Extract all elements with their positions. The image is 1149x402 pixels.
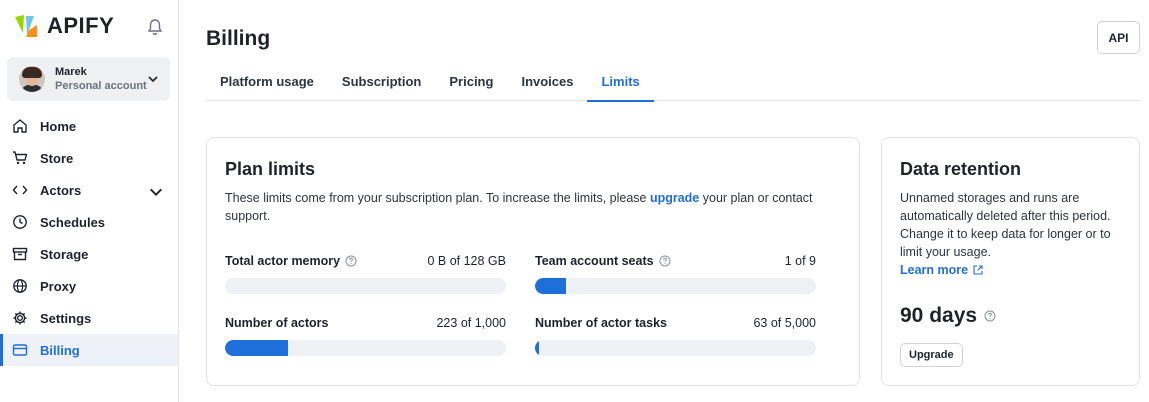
tab-limits[interactable]: Limits xyxy=(587,62,655,102)
external-link-icon xyxy=(973,265,983,275)
limit-label: Team account seats xyxy=(535,254,654,268)
cart-icon xyxy=(13,151,28,165)
sidebar-item-label: Store xyxy=(40,150,74,166)
limit-progress-bar xyxy=(225,278,506,294)
bell-icon[interactable] xyxy=(146,18,164,36)
retention-value: 90 days xyxy=(900,304,978,327)
limit-label: Total actor memory xyxy=(225,254,341,268)
limit-progress-fill xyxy=(535,278,566,294)
retention-period: 90 days xyxy=(900,304,996,328)
data-retention-description: Unnamed storages and runs are automatica… xyxy=(900,189,1125,279)
tab-platform-usage[interactable]: Platform usage xyxy=(206,62,328,101)
sidebar-item-label: Proxy xyxy=(40,278,77,294)
sidebar-nav: Home Store Actors Schedules Storage Prox… xyxy=(0,110,178,366)
limit-progress-bar xyxy=(225,340,506,356)
plan-limits-title: Plan limits xyxy=(225,159,316,179)
billing-tabs: Platform usage Subscription Pricing Invo… xyxy=(206,62,1140,102)
retention-desc-text: Unnamed storages and runs are automatica… xyxy=(900,191,1111,259)
sidebar-item-storage[interactable]: Storage xyxy=(0,238,178,270)
data-retention-card: Data retention Unnamed storages and runs… xyxy=(881,137,1140,386)
limit-value: 223 of 1,000 xyxy=(436,316,506,330)
apify-logo-icon xyxy=(15,15,37,37)
upgrade-button[interactable]: Upgrade xyxy=(900,343,963,367)
sidebar-item-label: Billing xyxy=(40,342,80,358)
plan-desc-text: These limits come from your subscription… xyxy=(225,191,650,205)
learn-more-label: Learn more xyxy=(900,263,969,277)
limit-value: 63 of 5,000 xyxy=(753,316,816,330)
limit-value: 1 of 9 xyxy=(784,254,816,268)
sidebar-item-proxy[interactable]: Proxy xyxy=(0,270,178,302)
limit-number-of-actors: Number of actors 223 of 1,000 xyxy=(225,315,506,356)
avatar xyxy=(19,66,45,92)
chevron-down-icon xyxy=(150,188,162,196)
code-icon xyxy=(12,185,28,195)
sidebar: APIFY Marek Personal account Home Store xyxy=(0,0,179,402)
globe-icon xyxy=(13,279,27,293)
clock-icon xyxy=(13,215,27,229)
limit-number-of-actor-tasks: Number of actor tasks 63 of 5,000 xyxy=(535,315,816,356)
sidebar-item-label: Home xyxy=(40,118,77,134)
sidebar-item-billing[interactable]: Billing xyxy=(0,334,178,366)
plan-limits-card: Plan limits These limits come from your … xyxy=(206,137,860,386)
account-name: Marek xyxy=(55,66,87,78)
tab-invoices[interactable]: Invoices xyxy=(507,62,587,101)
tab-subscription[interactable]: Subscription xyxy=(328,62,435,101)
sidebar-item-schedules[interactable]: Schedules xyxy=(0,206,178,238)
sidebar-item-settings[interactable]: Settings xyxy=(0,302,178,334)
apify-logo[interactable]: APIFY xyxy=(13,13,114,39)
upgrade-link[interactable]: upgrade xyxy=(650,191,699,205)
data-retention-title: Data retention xyxy=(900,159,1022,179)
limit-progress-fill xyxy=(225,340,288,356)
archive-icon xyxy=(12,247,28,261)
sidebar-item-label: Actors xyxy=(40,182,82,198)
account-type: Personal account xyxy=(55,80,147,92)
help-icon[interactable] xyxy=(659,255,671,267)
limit-label: Number of actors xyxy=(225,316,329,330)
gear-icon xyxy=(13,311,27,325)
help-icon[interactable] xyxy=(345,255,357,267)
sidebar-item-store[interactable]: Store xyxy=(0,142,178,174)
sidebar-item-home[interactable]: Home xyxy=(0,110,178,142)
limit-progress-fill xyxy=(535,340,539,356)
limit-team-account-seats: Team account seats 1 of 9 xyxy=(535,253,816,294)
sidebar-item-label: Storage xyxy=(40,246,89,262)
limit-progress-bar xyxy=(535,340,816,356)
api-button[interactable]: API xyxy=(1097,21,1140,54)
sidebar-item-actors[interactable]: Actors xyxy=(0,174,178,206)
limit-progress-bar xyxy=(535,278,816,294)
card-icon xyxy=(12,344,28,356)
sidebar-item-label: Settings xyxy=(40,310,92,326)
plan-limits-description: These limits come from your subscription… xyxy=(225,189,835,225)
brand-name: APIFY xyxy=(47,13,115,38)
help-icon[interactable] xyxy=(984,310,996,322)
limit-label: Number of actor tasks xyxy=(535,316,667,330)
chevron-down-icon xyxy=(148,76,158,83)
learn-more-link[interactable]: Learn more xyxy=(900,261,984,279)
limit-value: 0 B of 128 GB xyxy=(427,254,506,268)
sidebar-item-label: Schedules xyxy=(40,214,106,230)
account-switcher[interactable]: Marek Personal account xyxy=(7,57,170,101)
page-title: Billing xyxy=(206,27,271,50)
limit-total-actor-memory: Total actor memory 0 B of 128 GB xyxy=(225,253,506,294)
tab-pricing[interactable]: Pricing xyxy=(435,62,507,101)
home-icon xyxy=(13,119,27,133)
